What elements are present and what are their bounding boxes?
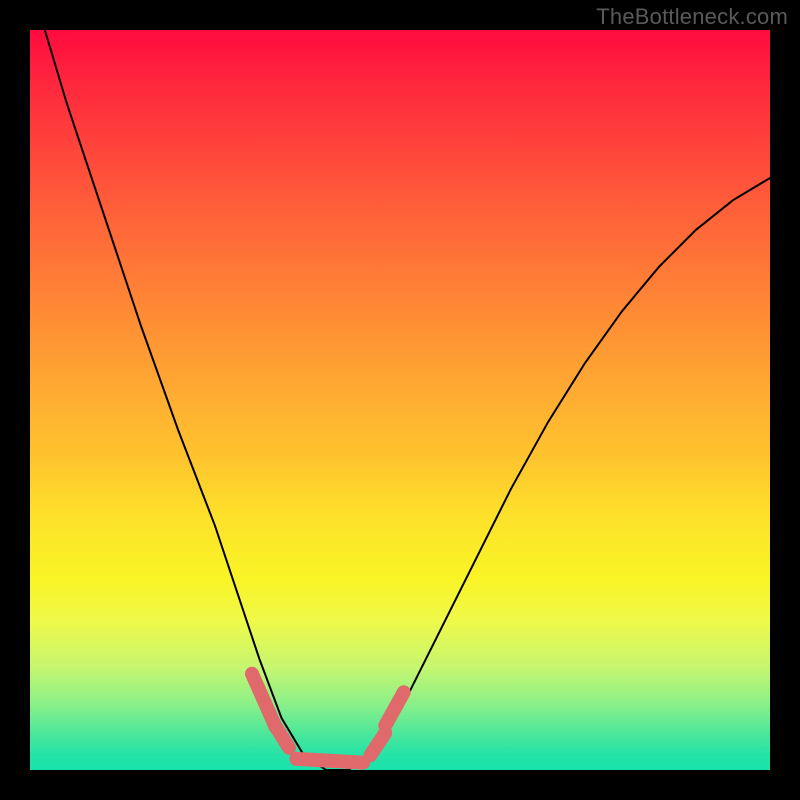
marker-group bbox=[252, 674, 404, 763]
marker-seg-2 bbox=[296, 759, 363, 763]
main-curve-line bbox=[45, 30, 770, 770]
marker-seg-3 bbox=[370, 733, 385, 755]
chart-area bbox=[30, 30, 770, 770]
marker-seg-4 bbox=[385, 692, 404, 725]
watermark-text: TheBottleneck.com bbox=[596, 4, 788, 30]
bottleneck-curve bbox=[30, 30, 770, 770]
